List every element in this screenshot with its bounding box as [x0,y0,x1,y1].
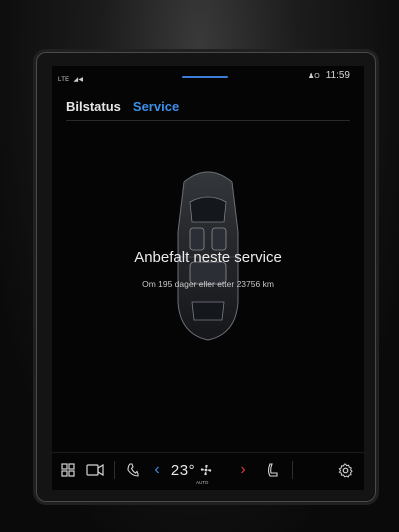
tab-divider [66,120,350,121]
tab-service[interactable]: Service [133,99,179,114]
signal-strength-icon: ◢◀ [73,77,84,83]
signal-indicator: LTE ◢◀ [58,76,83,83]
temp-up-icon[interactable]: › [236,459,250,481]
temp-down-icon[interactable]: ‹ [150,459,164,481]
fan-icon[interactable] [198,459,214,481]
phone-icon[interactable] [124,459,142,481]
temperature-value[interactable]: 23° [168,459,198,481]
tab-bilstatus[interactable]: Bilstatus [66,99,121,114]
bar-separator [292,461,293,479]
service-detail: Om 195 dager eller etter 23756 km [142,279,274,289]
climate-bar: ‹ 23° AUTO › [52,452,364,489]
service-headline: Anbefalt neste service [134,249,282,266]
app-grid-icon[interactable] [58,459,78,481]
infotainment-screen: LTE ◢◀ ♟O 11:59 Bilstatus Service Anbefa… [52,66,364,490]
network-label: LTE [58,77,70,83]
camera-icon[interactable] [84,459,106,481]
status-right-group: ♟O 11:59 [308,70,350,81]
settings-icon[interactable] [336,459,354,481]
seat-heat-icon[interactable] [264,459,282,481]
tab-bar: Bilstatus Service [66,99,179,114]
connection-icon: ♟O [307,72,320,80]
climate-mode-label: AUTO [196,480,209,485]
clock: 11:59 [325,70,350,81]
top-view-handle[interactable] [182,76,228,78]
status-bar: LTE ◢◀ ♟O 11:59 [52,66,364,92]
bar-separator [114,461,115,479]
